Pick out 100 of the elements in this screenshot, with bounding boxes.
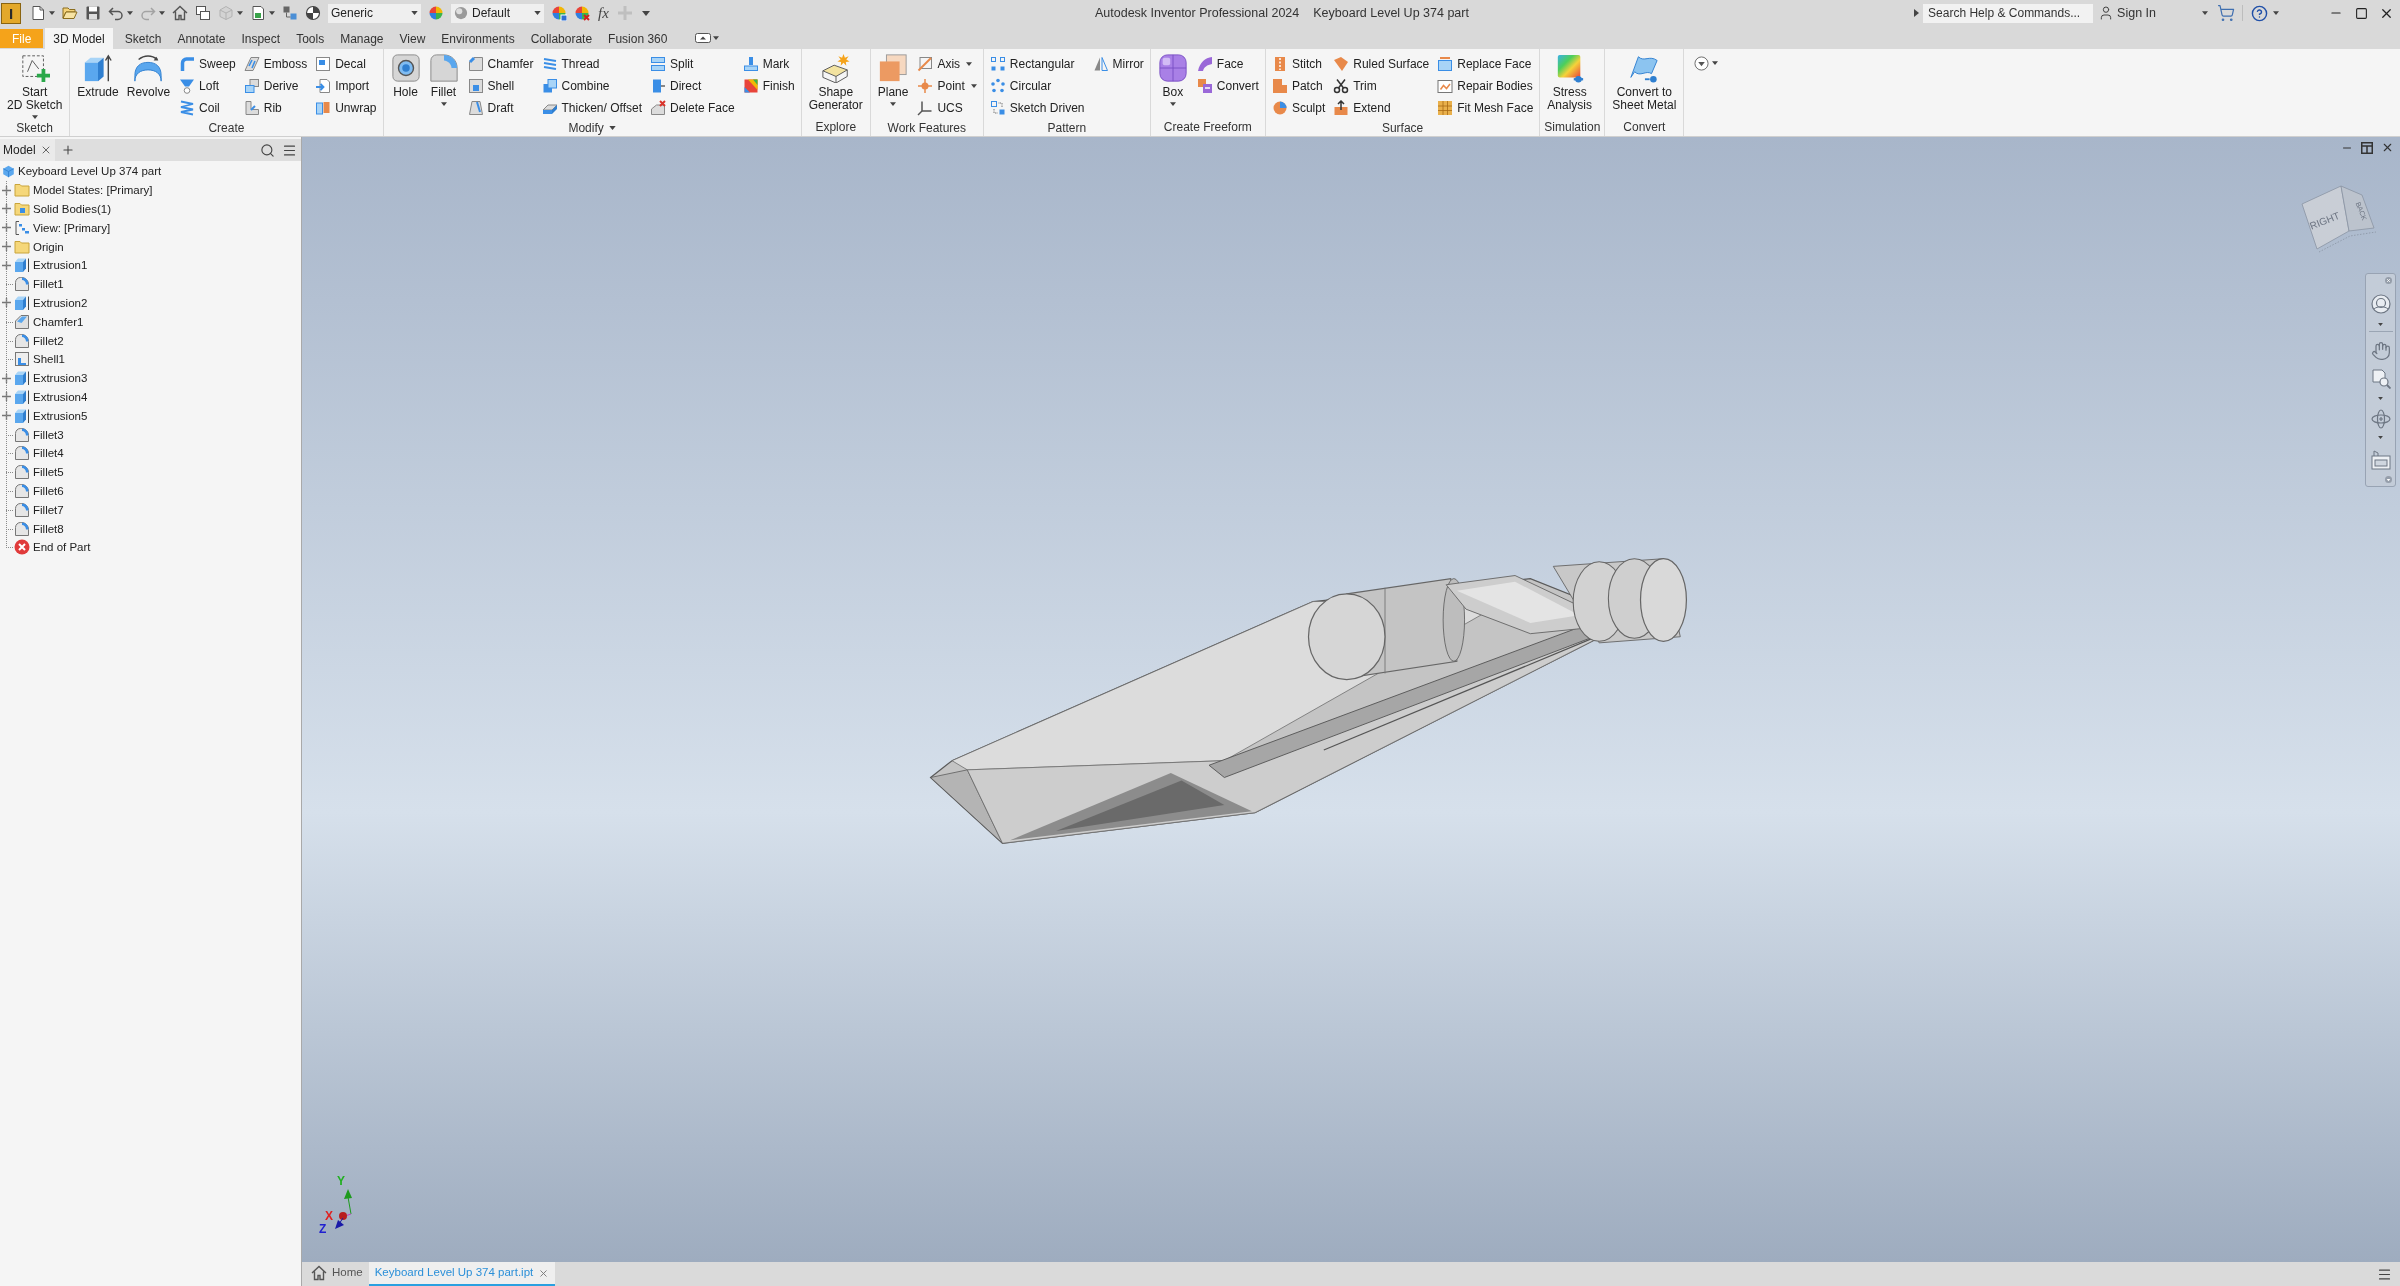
menu-icon[interactable] bbox=[282, 142, 297, 158]
ribbon-button[interactable]: Point bbox=[915, 75, 979, 97]
tree-item[interactable]: Extrusion5 bbox=[33, 408, 88, 423]
ribbon-button[interactable]: Rectangular bbox=[987, 53, 1087, 75]
palette-square-icon[interactable] bbox=[551, 5, 567, 21]
sign-in-button[interactable]: Sign In bbox=[2098, 3, 2156, 23]
ribbon-tab[interactable]: View bbox=[391, 28, 434, 49]
ribbon-button[interactable]: Rib bbox=[241, 97, 310, 119]
caret-icon[interactable] bbox=[2273, 11, 2279, 15]
caret-icon[interactable] bbox=[2378, 397, 2383, 400]
caret-icon[interactable] bbox=[49, 11, 55, 15]
ribbon-button[interactable]: Coil bbox=[177, 97, 238, 119]
restore-icon[interactable] bbox=[2361, 141, 2373, 154]
ribbon-button[interactable]: Revolve bbox=[123, 53, 174, 99]
tree-item[interactable]: View: [Primary] bbox=[33, 220, 111, 235]
tree-item[interactable]: Fillet1 bbox=[33, 277, 64, 292]
ribbon-tab[interactable]: Environments bbox=[433, 28, 523, 49]
caret-icon[interactable] bbox=[127, 11, 133, 15]
checkered-ball-icon[interactable] bbox=[305, 5, 321, 21]
expand-icon[interactable] bbox=[2, 411, 11, 421]
expand-icon[interactable] bbox=[2, 242, 11, 252]
menu-icon[interactable] bbox=[2377, 1266, 2392, 1282]
search-icon[interactable] bbox=[260, 142, 275, 158]
ribbon-display-icon[interactable] bbox=[695, 32, 712, 43]
tree-item[interactable]: Fillet5 bbox=[33, 465, 64, 480]
formula-button[interactable]: fx bbox=[597, 5, 610, 21]
zoom-page-icon[interactable] bbox=[2370, 369, 2391, 389]
caret-icon[interactable] bbox=[2378, 323, 2383, 326]
app-logo[interactable]: I bbox=[1, 2, 21, 24]
ribbon-button[interactable]: Extrude bbox=[74, 53, 122, 99]
tree-item[interactable]: Model States: [Primary] bbox=[33, 183, 153, 198]
ribbon-button[interactable]: Box bbox=[1154, 53, 1191, 106]
expand-icon[interactable] bbox=[2, 392, 11, 402]
ribbon-button[interactable]: Stress Analysis bbox=[1544, 53, 1595, 112]
ribbon-tab[interactable]: Annotate bbox=[169, 28, 234, 49]
ribbon-button[interactable]: Extend bbox=[1331, 97, 1432, 119]
ribbon-button[interactable]: Loft bbox=[177, 75, 238, 97]
palette-cross-icon[interactable] bbox=[574, 5, 590, 21]
ribbon-button[interactable]: Fillet bbox=[425, 53, 462, 106]
ribbon-button[interactable]: Repair Bodies bbox=[1435, 75, 1536, 97]
ribbon-tab[interactable]: Manage bbox=[332, 28, 392, 49]
ribbon-button[interactable]: Decal bbox=[313, 53, 379, 75]
close-icon[interactable] bbox=[2381, 141, 2394, 154]
tree-item[interactable]: Fillet6 bbox=[33, 483, 64, 498]
dropdown-field[interactable]: Generic bbox=[328, 3, 421, 23]
ribbon-button[interactable]: Trim bbox=[1331, 75, 1432, 97]
tree-item[interactable]: Extrusion4 bbox=[33, 389, 88, 404]
ribbon-tab[interactable]: Fusion 360 bbox=[600, 28, 676, 49]
new-file-icon[interactable] bbox=[30, 5, 46, 21]
ribbon-button[interactable]: Derive bbox=[241, 75, 310, 97]
ribbon-button[interactable]: Ruled Surface bbox=[1331, 53, 1432, 75]
caret-icon[interactable] bbox=[713, 35, 720, 40]
ribbon-button[interactable]: Shell bbox=[465, 75, 536, 97]
ribbon-button[interactable]: Thread bbox=[539, 53, 644, 75]
tree-item[interactable]: Extrusion2 bbox=[33, 295, 88, 310]
browser-tab[interactable]: Model bbox=[0, 139, 55, 161]
ribbon-button[interactable]: Mark bbox=[740, 53, 797, 75]
ribbon-tab[interactable]: 3D Model bbox=[45, 28, 113, 49]
dropdown-field[interactable]: Default bbox=[451, 3, 544, 23]
panel-menu-button[interactable]: Modify bbox=[568, 119, 616, 137]
tree-item[interactable]: Fillet7 bbox=[33, 502, 64, 517]
tree-item[interactable]: End of Part bbox=[33, 540, 91, 555]
tree-item[interactable]: Fillet2 bbox=[33, 333, 64, 348]
search-field[interactable]: Search Help & Commands... bbox=[1923, 3, 2094, 23]
ribbon-button[interactable]: Mirror bbox=[1090, 53, 1146, 75]
cart-icon[interactable] bbox=[2217, 4, 2235, 22]
page-icon[interactable] bbox=[250, 5, 266, 21]
document-tab[interactable]: Home bbox=[305, 1262, 369, 1286]
caret-icon[interactable] bbox=[1914, 9, 1920, 17]
ribbon-button[interactable]: Face bbox=[1194, 53, 1261, 75]
ribbon-button[interactable]: Direct bbox=[648, 75, 737, 97]
ribbon-button[interactable]: Combine bbox=[539, 75, 644, 97]
tree-item[interactable]: Origin bbox=[33, 239, 64, 254]
ribbon-button[interactable]: Convert to Sheet Metal bbox=[1609, 53, 1680, 112]
tree-item[interactable]: Fillet4 bbox=[33, 446, 64, 461]
tree-item[interactable]: Extrusion3 bbox=[33, 371, 88, 386]
ribbon-button[interactable]: Finish bbox=[740, 75, 797, 97]
steering-wheel-icon[interactable] bbox=[2370, 294, 2391, 314]
caret-icon[interactable] bbox=[641, 10, 650, 16]
hand-icon[interactable] bbox=[2370, 341, 2391, 361]
ribbon-button[interactable]: Chamfer bbox=[465, 53, 536, 75]
ribbon-tab[interactable]: Inspect bbox=[233, 28, 289, 49]
home-icon[interactable] bbox=[172, 5, 188, 21]
ribbon-button[interactable]: Plane bbox=[874, 53, 912, 106]
ribbon-button[interactable]: UCS bbox=[915, 97, 979, 119]
ribbon-button[interactable]: Unwrap bbox=[313, 97, 379, 119]
ribbon-button[interactable]: Start 2D Sketch bbox=[4, 53, 66, 119]
ribbon-button[interactable]: Thicken/ Offset bbox=[539, 97, 644, 119]
caret-icon[interactable] bbox=[1712, 61, 1719, 65]
linked-squares-icon[interactable] bbox=[282, 5, 298, 21]
maximize-icon[interactable] bbox=[2355, 6, 2368, 20]
view-face-icon[interactable] bbox=[2370, 450, 2391, 470]
ribbon-button[interactable]: Patch bbox=[1269, 75, 1328, 97]
caret-icon[interactable] bbox=[2202, 11, 2208, 15]
windows-icon[interactable] bbox=[195, 5, 211, 21]
ribbon-tab[interactable]: Sketch bbox=[116, 28, 170, 49]
ribbon-button[interactable]: Replace Face bbox=[1435, 53, 1536, 75]
help-icon[interactable] bbox=[2251, 4, 2268, 22]
ribbon-button[interactable]: Emboss bbox=[241, 53, 310, 75]
expand-icon[interactable] bbox=[2, 185, 11, 195]
